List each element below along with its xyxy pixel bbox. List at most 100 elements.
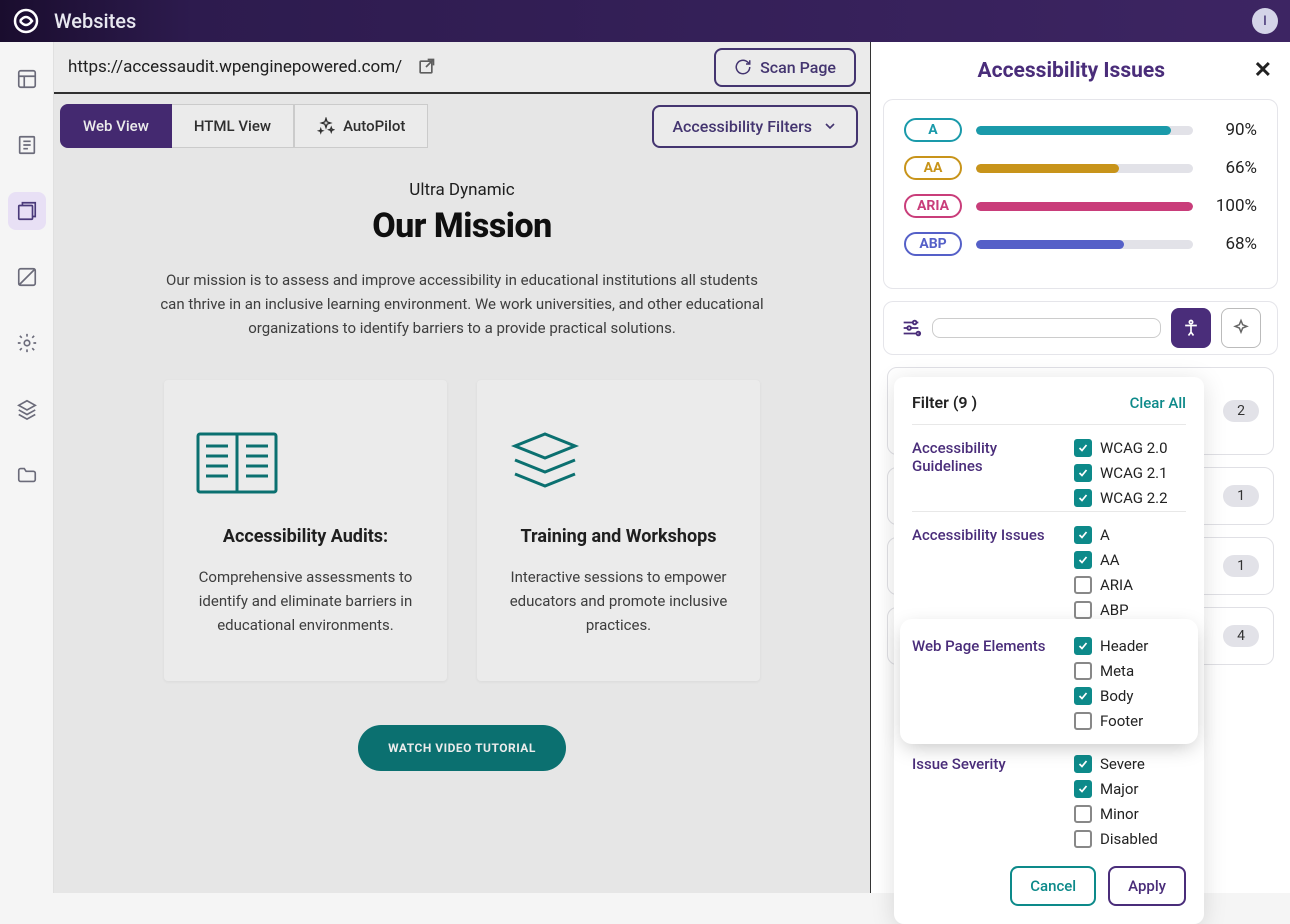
tab-html-view[interactable]: HTML View (172, 104, 294, 148)
badge-aria: ARIA (904, 194, 962, 218)
option-label: WCAG 2.1 (1100, 464, 1168, 482)
filter-option-disabled[interactable]: Disabled (1074, 830, 1186, 848)
filter-popover: Filter (9 ) Clear All Accessibility Guid… (894, 377, 1204, 924)
scan-label: Scan Page (760, 58, 836, 77)
sidebar-dashboard[interactable] (8, 60, 46, 98)
url-bar: https://accessaudit.wpenginepowered.com/… (54, 42, 870, 94)
issue-count-badge: 4 (1223, 625, 1259, 647)
search-input[interactable] (932, 318, 1161, 338)
checkbox-icon (1074, 637, 1092, 655)
filter-option-body[interactable]: Body (1074, 687, 1186, 705)
option-label: Meta (1100, 662, 1134, 680)
filter-option-minor[interactable]: Minor (1074, 805, 1186, 823)
checkbox-icon (1074, 601, 1092, 619)
page-heading: Our Mission (94, 206, 830, 246)
checkbox-icon (1074, 805, 1092, 823)
checkbox-icon (1074, 755, 1092, 773)
filter-section-label: Accessibility Issues (912, 526, 1062, 619)
close-icon[interactable]: ✕ (1254, 58, 1272, 83)
sparkle-icon-button[interactable] (1221, 308, 1261, 348)
page-preview: Ultra Dynamic Our Mission Our mission is… (54, 170, 870, 781)
checkbox-icon (1074, 551, 1092, 569)
checkbox-icon (1074, 830, 1092, 848)
chevron-down-icon (822, 118, 838, 134)
sidebar (0, 42, 54, 893)
filter-section-label: Accessibility Guidelines (912, 439, 1062, 507)
apply-button[interactable]: Apply (1108, 866, 1186, 906)
filter-option-a[interactable]: A (1074, 526, 1186, 544)
checkbox-icon (1074, 662, 1092, 680)
url-text: https://accessaudit.wpenginepowered.com/ (68, 57, 402, 77)
app-logo (12, 7, 40, 35)
checkbox-icon (1074, 439, 1092, 457)
filter-section-label: Issue Severity (912, 755, 1062, 848)
progress-pct: 100% (1207, 196, 1257, 216)
option-label: ABP (1100, 601, 1129, 619)
card-training: Training and Workshops Interactive sessi… (477, 380, 760, 681)
cancel-button[interactable]: Cancel (1010, 866, 1096, 906)
filter-option-aa[interactable]: AA (1074, 551, 1186, 569)
option-label: Footer (1100, 712, 1143, 730)
filter-option-wcag-2-1[interactable]: WCAG 2.1 (1074, 464, 1186, 482)
view-row: Web View HTML View AutoPilot Accessibili… (54, 94, 870, 170)
filter-option-meta[interactable]: Meta (1074, 662, 1186, 680)
sparkle-icon (317, 117, 335, 135)
option-label: Major (1100, 780, 1138, 798)
sidebar-folder[interactable] (8, 456, 46, 494)
progress-row-a: A 90% (904, 118, 1257, 142)
watch-tutorial-button[interactable]: WATCH VIDEO TUTORIAL (358, 725, 566, 771)
card-text: Interactive sessions to empower educator… (505, 565, 732, 637)
filter-option-wcag-2-2[interactable]: WCAG 2.2 (1074, 489, 1186, 507)
progress-track (976, 240, 1193, 249)
progress-track (976, 202, 1193, 211)
sliders-icon[interactable] (900, 317, 922, 339)
option-label: Body (1100, 687, 1133, 705)
option-label: Severe (1100, 755, 1145, 773)
filter-section-issues: Accessibility IssuesAAAARIAABP (912, 511, 1186, 623)
progress-pct: 66% (1207, 158, 1257, 178)
filter-section-elements: Web Page Elements Header Meta Body Footer (904, 623, 1194, 740)
checkbox-icon (1074, 576, 1092, 594)
tab-autopilot[interactable]: AutoPilot (294, 104, 428, 148)
checkbox-icon (1074, 687, 1092, 705)
accessibility-icon-button[interactable] (1171, 308, 1211, 348)
filter-option-wcag-2-0[interactable]: WCAG 2.0 (1074, 439, 1186, 457)
panel-title: Accessibility Issues (889, 59, 1254, 83)
issue-count-badge: 2 (1223, 400, 1259, 422)
sidebar-settings[interactable] (8, 324, 46, 362)
card-title: Training and Workshops (505, 526, 732, 547)
filter-option-aria[interactable]: ARIA (1074, 576, 1186, 594)
filter-title: Filter (9 ) (912, 393, 977, 412)
checkbox-icon (1074, 712, 1092, 730)
card-text: Comprehensive assessments to identify an… (192, 565, 419, 637)
sidebar-pages[interactable] (8, 192, 46, 230)
filter-section-label: Web Page Elements (912, 637, 1062, 730)
sidebar-images[interactable] (8, 258, 46, 296)
scan-page-button[interactable]: Scan Page (714, 48, 856, 87)
checkbox-icon (1074, 489, 1092, 507)
filter-option-severe[interactable]: Severe (1074, 755, 1186, 773)
filter-option-abp[interactable]: ABP (1074, 601, 1186, 619)
app-title: Websites (54, 9, 136, 33)
book-icon (192, 428, 419, 498)
avatar[interactable]: I (1252, 8, 1278, 34)
layers-icon (505, 428, 732, 498)
progress-row-aa: AA 66% (904, 156, 1257, 180)
progress-pct: 90% (1207, 120, 1257, 140)
option-label: WCAG 2.2 (1100, 489, 1168, 507)
option-label: A (1100, 526, 1110, 544)
sidebar-reports[interactable] (8, 126, 46, 164)
open-external-icon[interactable] (416, 57, 436, 77)
filter-option-footer[interactable]: Footer (1074, 712, 1186, 730)
top-bar: Websites I (0, 0, 1290, 42)
option-label: WCAG 2.0 (1100, 439, 1168, 457)
filter-option-header[interactable]: Header (1074, 637, 1186, 655)
checkbox-icon (1074, 464, 1092, 482)
content-area: https://accessaudit.wpenginepowered.com/… (54, 42, 870, 893)
accessibility-filters-button[interactable]: Accessibility Filters (652, 105, 858, 148)
tab-web-view[interactable]: Web View (60, 104, 172, 148)
filter-option-major[interactable]: Major (1074, 780, 1186, 798)
page-subtitle: Ultra Dynamic (94, 180, 830, 200)
clear-all-link[interactable]: Clear All (1130, 394, 1186, 412)
sidebar-layers[interactable] (8, 390, 46, 428)
